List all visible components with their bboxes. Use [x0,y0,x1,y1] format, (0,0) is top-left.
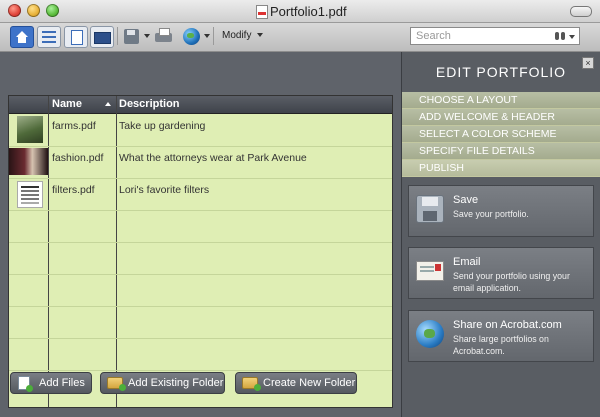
save-disk-icon [416,195,444,223]
share-menu-chevron-icon[interactable] [204,34,210,38]
file-description: Take up gardening [119,120,206,132]
table-row[interactable]: filters.pdf Lori's favorite filters [9,179,392,210]
list-view-icon[interactable] [37,26,61,48]
add-file-icon [18,376,33,392]
save-description: Save your portfolio. [453,209,529,219]
email-description: Send your portfolio using your email app… [453,271,570,293]
row-divider [9,242,392,243]
window-title: Portfolio1.pdf [270,4,347,19]
share-globe-icon[interactable] [181,26,203,46]
step-select-color-scheme[interactable]: SELECT A COLOR SCHEME [402,126,600,143]
table-header: Name Description [9,96,392,114]
page-view-icon[interactable] [64,26,88,48]
add-folder-icon [107,377,126,391]
row-divider [9,306,392,307]
file-name: farms.pdf [52,120,96,132]
row-divider [9,210,392,211]
close-window-icon[interactable] [8,4,21,17]
email-title: Email [453,256,481,268]
step-specify-file-details[interactable]: SPECIFY FILE DETAILS [402,143,600,160]
modify-menu[interactable]: Modify [222,30,264,41]
files-table: Name Description farms.pdf Take up garde… [8,95,393,408]
table-row[interactable]: fashion.pdf What the attorneys wear at P… [9,147,392,178]
share-acrobat-action-card[interactable]: Share on Acrobat.com Share large portfol… [408,310,594,362]
binoculars-icon[interactable] [555,32,565,40]
file-name: fashion.pdf [52,152,104,164]
add-files-button[interactable]: Add Files [10,372,92,394]
column-header-name[interactable]: Name [52,98,82,110]
save-title: Save [453,194,479,206]
zoom-window-icon[interactable] [46,4,59,17]
home-icon[interactable] [10,26,34,48]
new-folder-icon [242,377,261,391]
edit-portfolio-panel: × EDIT PORTFOLIO CHOOSE A LAYOUT ADD WEL… [401,52,600,417]
chevron-down-icon [257,33,264,38]
search-placeholder: Search [416,30,451,42]
filters-thumbnail-icon [17,181,43,208]
step-choose-layout[interactable]: CHOOSE A LAYOUT [402,92,600,109]
step-add-welcome-header[interactable]: ADD WELCOME & HEADER [402,109,600,126]
minimize-window-icon[interactable] [27,4,40,17]
row-divider [9,338,392,339]
create-new-folder-button[interactable]: Create New Folder [235,372,357,394]
portfolio-files-area: Name Description farms.pdf Take up garde… [0,52,401,417]
add-existing-folder-button[interactable]: Add Existing Folder [100,372,225,394]
farms-thumbnail-icon [17,116,43,143]
add-files-label: Add Files [39,377,85,389]
print-icon[interactable] [152,26,174,46]
globe-icon [416,320,444,348]
step-publish[interactable]: PUBLISH [402,160,600,177]
panel-title: EDIT PORTFOLIO [435,64,567,80]
share-title: Share on Acrobat.com [453,319,562,331]
sort-ascending-icon[interactable] [105,102,111,106]
toolbar: Modify Search [0,23,600,52]
add-existing-folder-label: Add Existing Folder [128,377,224,389]
file-name: filters.pdf [52,184,95,196]
toolbar-toggle-button[interactable] [570,6,592,17]
row-divider [9,370,392,371]
save-action-card[interactable]: Save Save your portfolio. [408,185,594,237]
toolbar-separator [213,27,214,45]
create-new-folder-label: Create New Folder [263,377,356,389]
column-header-description[interactable]: Description [119,98,180,110]
save-icon[interactable] [122,26,144,46]
save-menu-chevron-icon[interactable] [144,34,150,38]
fashion-thumbnail-icon [9,148,48,175]
email-action-card[interactable]: Email Send your portfolio using your ema… [408,247,594,299]
cover-view-icon[interactable] [90,26,114,48]
file-description: What the attorneys wear at Park Avenue [119,152,307,164]
table-row[interactable]: farms.pdf Take up gardening [9,114,392,145]
email-envelope-icon [416,261,444,281]
search-input[interactable]: Search [410,27,580,45]
search-options-chevron-icon[interactable] [569,35,575,39]
file-description: Lori's favorite filters [119,184,210,196]
pdf-document-icon [256,5,268,19]
row-divider [9,274,392,275]
toolbar-separator [117,27,118,45]
share-description: Share large portfolios on Acrobat.com. [453,334,549,356]
modify-label: Modify [222,30,252,41]
title-bar: Portfolio1.pdf [0,0,600,23]
